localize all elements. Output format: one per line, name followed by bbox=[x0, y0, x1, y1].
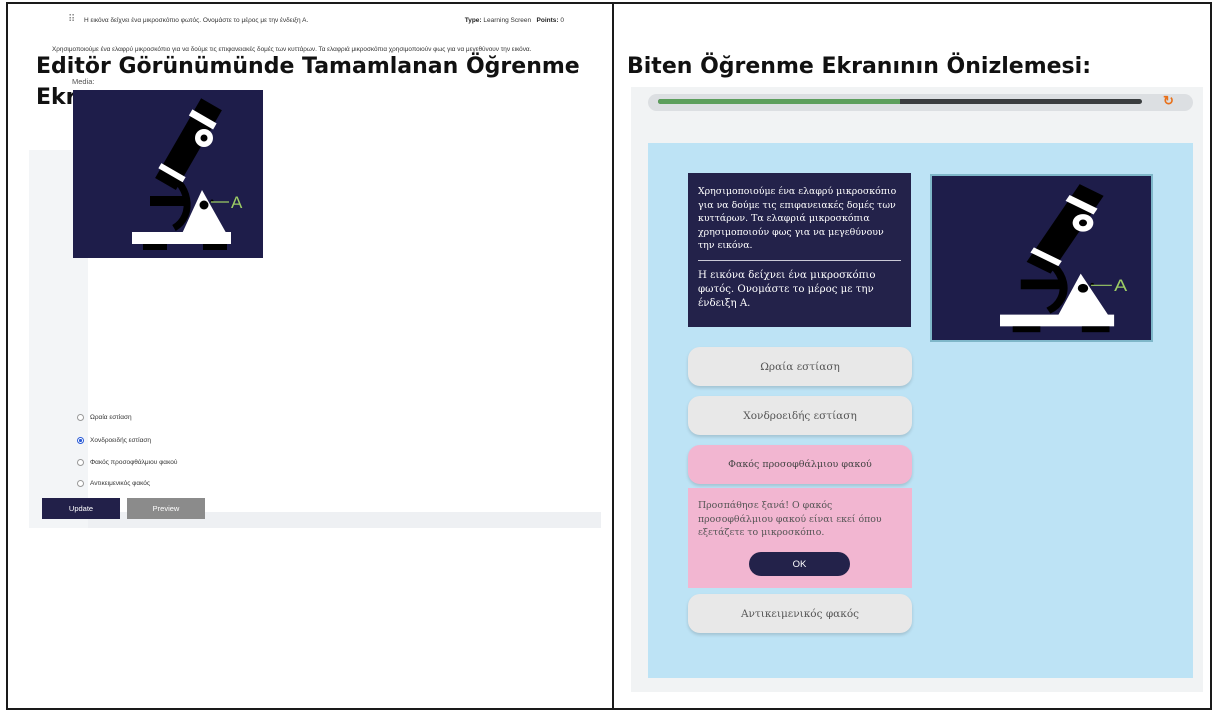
editor-option-4[interactable]: Αντικειμενικός φακός bbox=[77, 480, 150, 487]
editor-option-1[interactable]: Ωραία εστίαση bbox=[77, 414, 132, 421]
type-label: Type: bbox=[464, 17, 482, 24]
editor-option-label: Αντικειμενικός φακός bbox=[90, 480, 151, 487]
editor-description: Χρησιμοποιούμε ένα ελαφρύ μικροσκόπιο γι… bbox=[52, 46, 532, 53]
points-value: 0 bbox=[560, 17, 564, 24]
radio-icon[interactable] bbox=[77, 414, 84, 421]
panel-divider bbox=[612, 2, 614, 710]
radio-icon[interactable] bbox=[77, 480, 84, 487]
preview-question: Η εικόνα δείχνει ένα μικροσκόπιο φωτός. … bbox=[698, 269, 876, 309]
drag-handle-icon[interactable]: ⠿ bbox=[68, 14, 75, 25]
editor-media-label: Media: bbox=[72, 77, 95, 86]
preview-option-2[interactable]: Χονδροειδής εστίαση bbox=[688, 396, 912, 435]
editor-option-label: Ωραία εστίαση bbox=[90, 414, 132, 421]
ok-button[interactable]: OK bbox=[749, 552, 850, 576]
editor-option-label: Χονδροειδής εστίαση bbox=[90, 437, 151, 444]
preview-description: Χρησιμοποιούμε ένα ελαφρύ μικροσκόπιο γι… bbox=[698, 186, 897, 251]
type-value: Learning Screen bbox=[483, 17, 532, 24]
right-heading: Biten Öğrenme Ekranının Önizlemesi: bbox=[627, 54, 1091, 79]
preview-button[interactable]: Preview bbox=[127, 498, 205, 519]
preview-option-1[interactable]: Ωραία εστίαση bbox=[688, 347, 912, 386]
progress-fill bbox=[658, 99, 900, 104]
preview-microscope-image: A bbox=[930, 174, 1153, 342]
preview-option-4[interactable]: Αντικειμενικός φακός bbox=[688, 594, 912, 633]
editor-option-2[interactable]: Χονδροειδής εστίαση bbox=[77, 437, 151, 444]
editor-question-meta: Type: Learning Screen Points: 0 bbox=[465, 17, 564, 24]
editor-microscope-image: A bbox=[73, 90, 263, 258]
preview-option-3[interactable]: Φακός προσοφθάλμιου φακού bbox=[688, 445, 912, 484]
update-button[interactable]: Update bbox=[42, 498, 120, 519]
progress-bar bbox=[658, 99, 1142, 104]
radio-selected-icon[interactable] bbox=[77, 437, 84, 444]
image-label-letter: A bbox=[231, 193, 243, 212]
editor-option-3[interactable]: Φακός προσοφθάλμιου φακού bbox=[77, 459, 177, 466]
microscope-illustration: A bbox=[1000, 184, 1128, 333]
text-divider bbox=[698, 259, 901, 261]
editor-option-label: Φακός προσοφθάλμιου φακού bbox=[90, 459, 178, 466]
reload-icon[interactable]: ↻ bbox=[1163, 93, 1174, 109]
image-label-letter: A bbox=[1114, 277, 1128, 295]
editor-question-text: Η εικόνα δείχνει ένα μικροσκόπιο φωτός. … bbox=[84, 17, 309, 24]
radio-icon[interactable] bbox=[77, 459, 84, 466]
points-label: Points: bbox=[536, 17, 559, 24]
preview-text-box: Χρησιμοποιούμε ένα ελαφρύ μικροσκόπιο γι… bbox=[688, 173, 911, 327]
microscope-illustration: A bbox=[132, 98, 243, 250]
